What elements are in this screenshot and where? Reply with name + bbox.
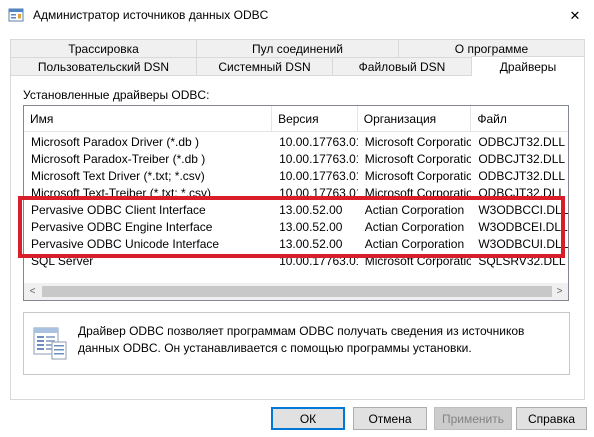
table-row[interactable]: Microsoft Paradox Driver (*.db ) 10.00.1…: [24, 134, 568, 151]
tab-file-dsn[interactable]: Файловый DSN: [332, 57, 472, 75]
driver-company: Microsoft Corporation: [364, 152, 472, 166]
help-button[interactable]: Справка: [516, 407, 587, 430]
installed-drivers-label: Установленные драйверы ODBC:: [23, 88, 210, 102]
window-title: Администратор источников данных ODBC: [33, 8, 269, 22]
driver-file: ODBCJT32.DLL: [478, 135, 566, 149]
ok-button[interactable]: ОК: [271, 407, 345, 430]
driver-version: 13.00.52.00: [279, 220, 343, 234]
driver-name: SQL Server: [31, 254, 94, 268]
driver-name: Microsoft Text-Treiber (*.txt; *.csv): [31, 186, 212, 200]
column-header-company[interactable]: Организация: [358, 106, 472, 132]
scroll-thumb[interactable]: [42, 286, 552, 297]
driver-company: Actian Corporation: [364, 220, 465, 234]
column-header-version[interactable]: Версия: [272, 106, 358, 132]
driver-name: Microsoft Paradox Driver (*.db ): [31, 135, 200, 149]
tab-about[interactable]: О программе: [398, 39, 585, 57]
driver-file: ODBCJT32.DLL: [478, 186, 566, 200]
table-row[interactable]: Microsoft Paradox-Treiber (*.db ) 10.00.…: [24, 151, 568, 168]
column-header-file[interactable]: Файл: [471, 106, 568, 132]
driver-version: 10.00.17763.01: [279, 135, 358, 149]
tab-system-dsn[interactable]: Системный DSN: [196, 57, 333, 75]
driver-version: 10.00.17763.01: [279, 186, 358, 200]
chevron-left-icon: <: [29, 286, 36, 297]
column-header-name[interactable]: Имя: [24, 106, 273, 132]
driver-company: Actian Corporation: [364, 237, 465, 251]
scroll-right-button[interactable]: >: [551, 283, 568, 300]
close-button[interactable]: ✕: [560, 4, 590, 28]
driver-file: SQLSRV32.DLL: [478, 254, 566, 268]
table-row[interactable]: Pervasive ODBC Engine Interface 13.00.52…: [24, 219, 568, 236]
driver-version: 10.00.17763.01: [279, 254, 358, 268]
scroll-left-button[interactable]: <: [24, 283, 41, 300]
table-row[interactable]: Microsoft Text-Treiber (*.txt; *.csv) 10…: [24, 185, 568, 202]
table-row[interactable]: Pervasive ODBC Unicode Interface 13.00.5…: [24, 236, 568, 253]
tab-user-dsn[interactable]: Пользовательский DSN: [10, 57, 197, 75]
driver-company: Microsoft Corporation: [364, 186, 472, 200]
cancel-button[interactable]: Отмена: [353, 407, 427, 430]
chevron-right-icon: >: [556, 286, 563, 297]
close-icon: ✕: [569, 8, 581, 23]
table-row[interactable]: SQL Server 10.00.17763.01 Microsoft Corp…: [24, 253, 568, 270]
table-row[interactable]: Pervasive ODBC Client Interface 13.00.52…: [24, 202, 568, 219]
info-text: Драйвер ODBC позволяет программам ODBC п…: [78, 324, 525, 355]
driver-version: 13.00.52.00: [279, 237, 343, 251]
driver-version: 10.00.17763.01: [279, 169, 358, 183]
driver-version: 13.00.52.00: [279, 203, 343, 217]
list-rows: Microsoft Paradox Driver (*.db ) 10.00.1…: [24, 134, 568, 270]
drivers-list[interactable]: Имя Версия Организация Файл Microsoft Pa…: [23, 105, 569, 301]
driver-file: ODBCJT32.DLL: [478, 152, 566, 166]
driver-name: Microsoft Paradox-Treiber (*.db ): [31, 152, 206, 166]
driver-file: W3ODBCUI.DLL: [478, 237, 568, 251]
driver-info-icon: [33, 327, 67, 360]
table-row[interactable]: Microsoft Text Driver (*.txt; *.csv) 10.…: [24, 168, 568, 185]
driver-name: Pervasive ODBC Unicode Interface: [31, 237, 220, 251]
driver-name: Pervasive ODBC Engine Interface: [31, 220, 213, 234]
driver-version: 10.00.17763.01: [279, 152, 358, 166]
tab-connection-pooling[interactable]: Пул соединений: [196, 39, 399, 57]
driver-name: Microsoft Text Driver (*.txt; *.csv): [31, 169, 205, 183]
driver-company: Microsoft Corporation: [364, 169, 472, 183]
driver-name: Pervasive ODBC Client Interface: [31, 203, 206, 217]
odbc-admin-icon: [8, 8, 24, 22]
list-header: Имя Версия Организация Файл: [24, 106, 568, 132]
tab-drivers[interactable]: Драйверы: [471, 56, 585, 76]
info-box: Драйвер ODBC позволяет программам ODBC п…: [23, 312, 570, 375]
driver-file: W3ODBCCI.DLL: [478, 203, 568, 217]
driver-company: Microsoft Corporation: [364, 254, 472, 268]
driver-file: ODBCJT32.DLL: [478, 169, 566, 183]
apply-button[interactable]: Применить: [434, 407, 512, 430]
tab-tracing[interactable]: Трассировка: [10, 39, 197, 57]
driver-company: Microsoft Corporation: [364, 135, 472, 149]
title-bar: Администратор источников данных ODBC ✕: [0, 0, 594, 31]
horizontal-scrollbar[interactable]: < >: [24, 283, 568, 300]
driver-file: W3ODBCEI.DLL: [478, 220, 568, 234]
driver-company: Actian Corporation: [364, 203, 465, 217]
